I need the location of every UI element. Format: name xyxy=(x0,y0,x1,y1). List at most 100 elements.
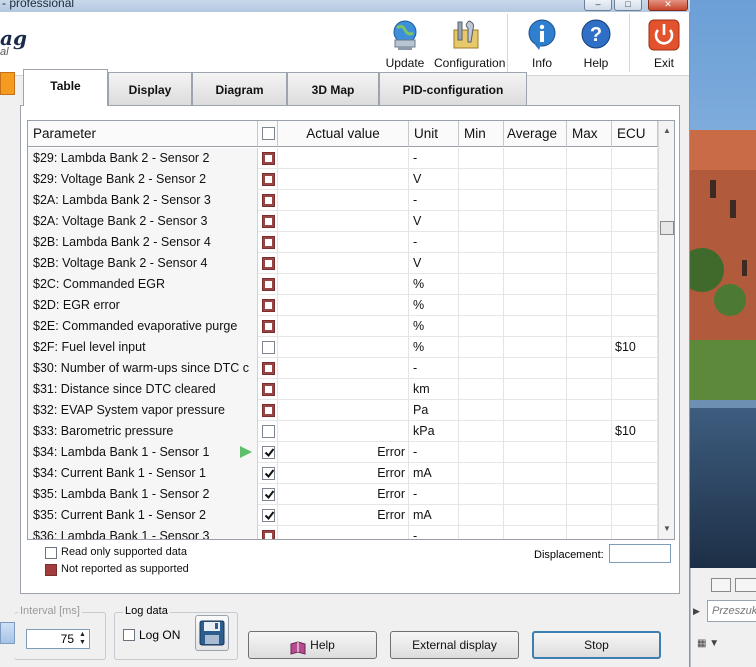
close-button[interactable]: ✕ xyxy=(648,0,688,11)
select-cell[interactable] xyxy=(258,379,278,400)
row-checkbox[interactable] xyxy=(262,467,275,480)
select-cell[interactable] xyxy=(258,190,278,211)
row-checkbox[interactable] xyxy=(262,362,275,375)
configuration-button[interactable]: Configuration xyxy=(434,18,505,70)
row-checkbox[interactable] xyxy=(262,425,275,438)
column-header-max[interactable]: Max xyxy=(567,121,612,147)
select-cell[interactable] xyxy=(258,484,278,505)
stop-button[interactable]: Stop xyxy=(532,631,661,659)
side-panel-tab[interactable] xyxy=(0,72,15,95)
select-cell[interactable] xyxy=(258,421,278,442)
table-row[interactable]: $2D: EGR error% xyxy=(28,295,658,316)
table-row[interactable]: $34: Lambda Bank 1 - Sensor 1 Error - xyxy=(28,442,658,463)
table-row[interactable]: $2A: Voltage Bank 2 - Sensor 3 V xyxy=(28,211,658,232)
table-row[interactable]: $29: Voltage Bank 2 - Sensor 2 V xyxy=(28,169,658,190)
select-cell[interactable] xyxy=(258,295,278,316)
select-cell[interactable] xyxy=(258,148,278,169)
row-checkbox[interactable] xyxy=(262,278,275,291)
tab-display[interactable]: Display xyxy=(108,72,192,105)
scroll-up-icon[interactable]: ▲ xyxy=(663,126,671,135)
column-header-select-all[interactable] xyxy=(258,121,278,147)
update-button[interactable]: Update xyxy=(382,18,428,70)
parameter-name-cell: $2B: Voltage Bank 2 - Sensor 4 xyxy=(28,253,258,274)
table-row[interactable]: $33: Barometric pressure kPa $10 xyxy=(28,421,658,442)
select-all-checkbox[interactable] xyxy=(262,127,275,140)
select-cell[interactable] xyxy=(258,211,278,232)
table-row[interactable]: $36: Lambda Bank 1 - Sensor 3 - xyxy=(28,526,658,539)
select-cell[interactable] xyxy=(258,358,278,379)
row-checkbox[interactable] xyxy=(262,299,275,312)
row-checkbox[interactable] xyxy=(262,488,275,501)
row-checkbox[interactable] xyxy=(262,446,275,459)
select-cell[interactable] xyxy=(258,442,278,463)
table-row[interactable]: $2C: Commanded EGR% xyxy=(28,274,658,295)
table-row[interactable]: $29: Lambda Bank 2 - Sensor 2 - xyxy=(28,148,658,169)
row-checkbox[interactable] xyxy=(262,341,275,354)
interval-spinner[interactable]: 75 ▲ ▼ xyxy=(26,629,90,649)
column-header-min[interactable]: Min xyxy=(459,121,504,147)
table-row[interactable]: $2E: Commanded evaporative purge% xyxy=(28,316,658,337)
row-checkbox[interactable] xyxy=(262,257,275,270)
select-cell[interactable] xyxy=(258,400,278,421)
select-cell[interactable] xyxy=(258,505,278,526)
select-cell[interactable] xyxy=(258,274,278,295)
unit-cell: Pa xyxy=(409,400,459,421)
tab-diagram[interactable]: Diagram xyxy=(192,72,287,105)
table-row[interactable]: $35: Current Bank 1 - Sensor 2 Error mA xyxy=(28,505,658,526)
row-checkbox[interactable] xyxy=(262,194,275,207)
column-header-unit[interactable]: Unit xyxy=(409,121,459,147)
row-checkbox[interactable] xyxy=(262,530,275,539)
row-checkbox[interactable] xyxy=(262,383,275,396)
column-header-average[interactable]: Average xyxy=(504,121,567,147)
column-header-actual-value[interactable]: Actual value xyxy=(278,121,409,147)
tab-pid-configuration[interactable]: PID-configuration xyxy=(379,72,527,105)
scroll-thumb[interactable] xyxy=(660,221,674,235)
select-cell[interactable] xyxy=(258,253,278,274)
row-checkbox[interactable] xyxy=(262,509,275,522)
table-row[interactable]: $32: EVAP System vapor pressure Pa xyxy=(28,400,658,421)
background-minimize-button[interactable] xyxy=(711,578,731,592)
table-row[interactable]: $2A: Lambda Bank 2 - Sensor 3 - xyxy=(28,190,658,211)
displacement-input[interactable] xyxy=(609,544,671,563)
maximize-button[interactable]: □ xyxy=(614,0,642,11)
table-row[interactable]: $2F: Fuel level input% $10 xyxy=(28,337,658,358)
select-cell[interactable] xyxy=(258,337,278,358)
select-cell[interactable] xyxy=(258,169,278,190)
column-header-ecu[interactable]: ECU xyxy=(612,121,658,147)
row-checkbox[interactable] xyxy=(262,320,275,333)
help-button[interactable]: Help xyxy=(248,631,377,659)
table-row[interactable]: $2B: Voltage Bank 2 - Sensor 4 V xyxy=(28,253,658,274)
table-row[interactable]: $35: Lambda Bank 1 - Sensor 2 Error - xyxy=(28,484,658,505)
minimize-button[interactable]: – xyxy=(584,0,612,11)
grid-vertical-scrollbar[interactable]: ▲ ▼ xyxy=(658,121,674,539)
background-view-options[interactable]: ▦ ▼ xyxy=(697,638,756,658)
select-cell[interactable] xyxy=(258,232,278,253)
row-checkbox[interactable] xyxy=(262,152,275,165)
table-row[interactable]: $30: Number of warm-ups since DTC c - xyxy=(28,358,658,379)
table-row[interactable]: $31: Distance since DTC cleared km xyxy=(28,379,658,400)
row-checkbox[interactable] xyxy=(262,236,275,249)
select-cell[interactable] xyxy=(258,316,278,337)
row-checkbox[interactable] xyxy=(262,404,275,417)
background-restore-button[interactable] xyxy=(735,578,756,592)
exit-button[interactable]: Exit xyxy=(644,18,684,70)
background-search-input[interactable]: Przeszuk xyxy=(707,600,756,622)
select-cell[interactable] xyxy=(258,526,278,539)
spinner-arrows-icon[interactable]: ▲ ▼ xyxy=(77,631,88,647)
side-panel-button[interactable] xyxy=(0,622,15,644)
table-row[interactable]: $34: Current Bank 1 - Sensor 1 Error mA xyxy=(28,463,658,484)
scroll-down-icon[interactable]: ▼ xyxy=(663,524,671,533)
row-checkbox[interactable] xyxy=(262,215,275,228)
external-display-button[interactable]: External display xyxy=(390,631,519,659)
max-cell xyxy=(567,379,612,400)
column-header-parameter[interactable]: Parameter xyxy=(28,121,258,147)
save-log-button[interactable] xyxy=(195,615,229,651)
info-button[interactable]: Info xyxy=(522,18,562,70)
select-cell[interactable] xyxy=(258,463,278,484)
table-row[interactable]: $2B: Lambda Bank 2 - Sensor 4 - xyxy=(28,232,658,253)
row-checkbox[interactable] xyxy=(262,173,275,186)
tab-table[interactable]: Table xyxy=(23,69,108,106)
help-toolbar-button[interactable]: ? Help xyxy=(576,18,616,70)
tab-3d-map[interactable]: 3D Map xyxy=(287,72,379,105)
log-on-checkbox[interactable] xyxy=(123,629,135,641)
